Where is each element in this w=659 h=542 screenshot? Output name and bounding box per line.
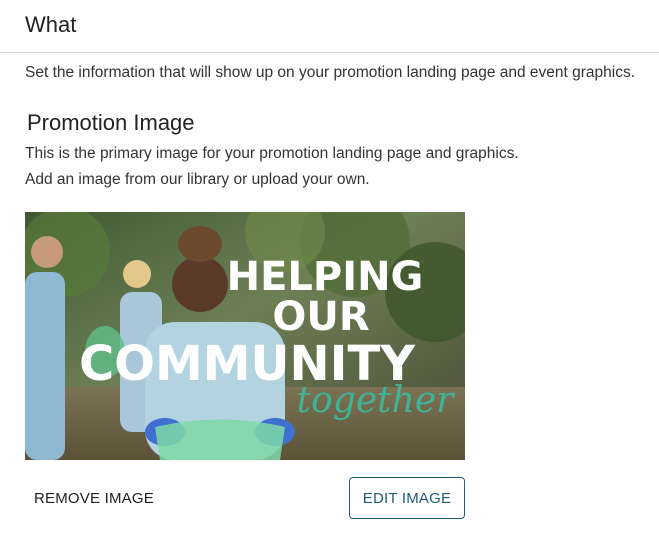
remove-image-button[interactable]: REMOVE IMAGE: [25, 478, 163, 518]
edit-image-button[interactable]: EDIT IMAGE: [349, 477, 465, 519]
promotion-image-hint: Add an image from our library or upload …: [25, 171, 370, 188]
section-header: What: [0, 0, 659, 53]
image-text-line4: together: [297, 380, 455, 421]
promotion-image: HELPING OUR COMMUNITY together: [25, 212, 465, 460]
promotion-image-description: This is the primary image for your promo…: [25, 145, 519, 162]
section-title-what: What: [25, 12, 77, 37]
promotion-image-title: Promotion Image: [27, 110, 195, 135]
image-text-line2: OUR: [272, 294, 369, 340]
intro-text: Set the information that will show up on…: [25, 64, 636, 81]
promotion-image-preview: HELPING OUR COMMUNITY together: [25, 212, 465, 460]
